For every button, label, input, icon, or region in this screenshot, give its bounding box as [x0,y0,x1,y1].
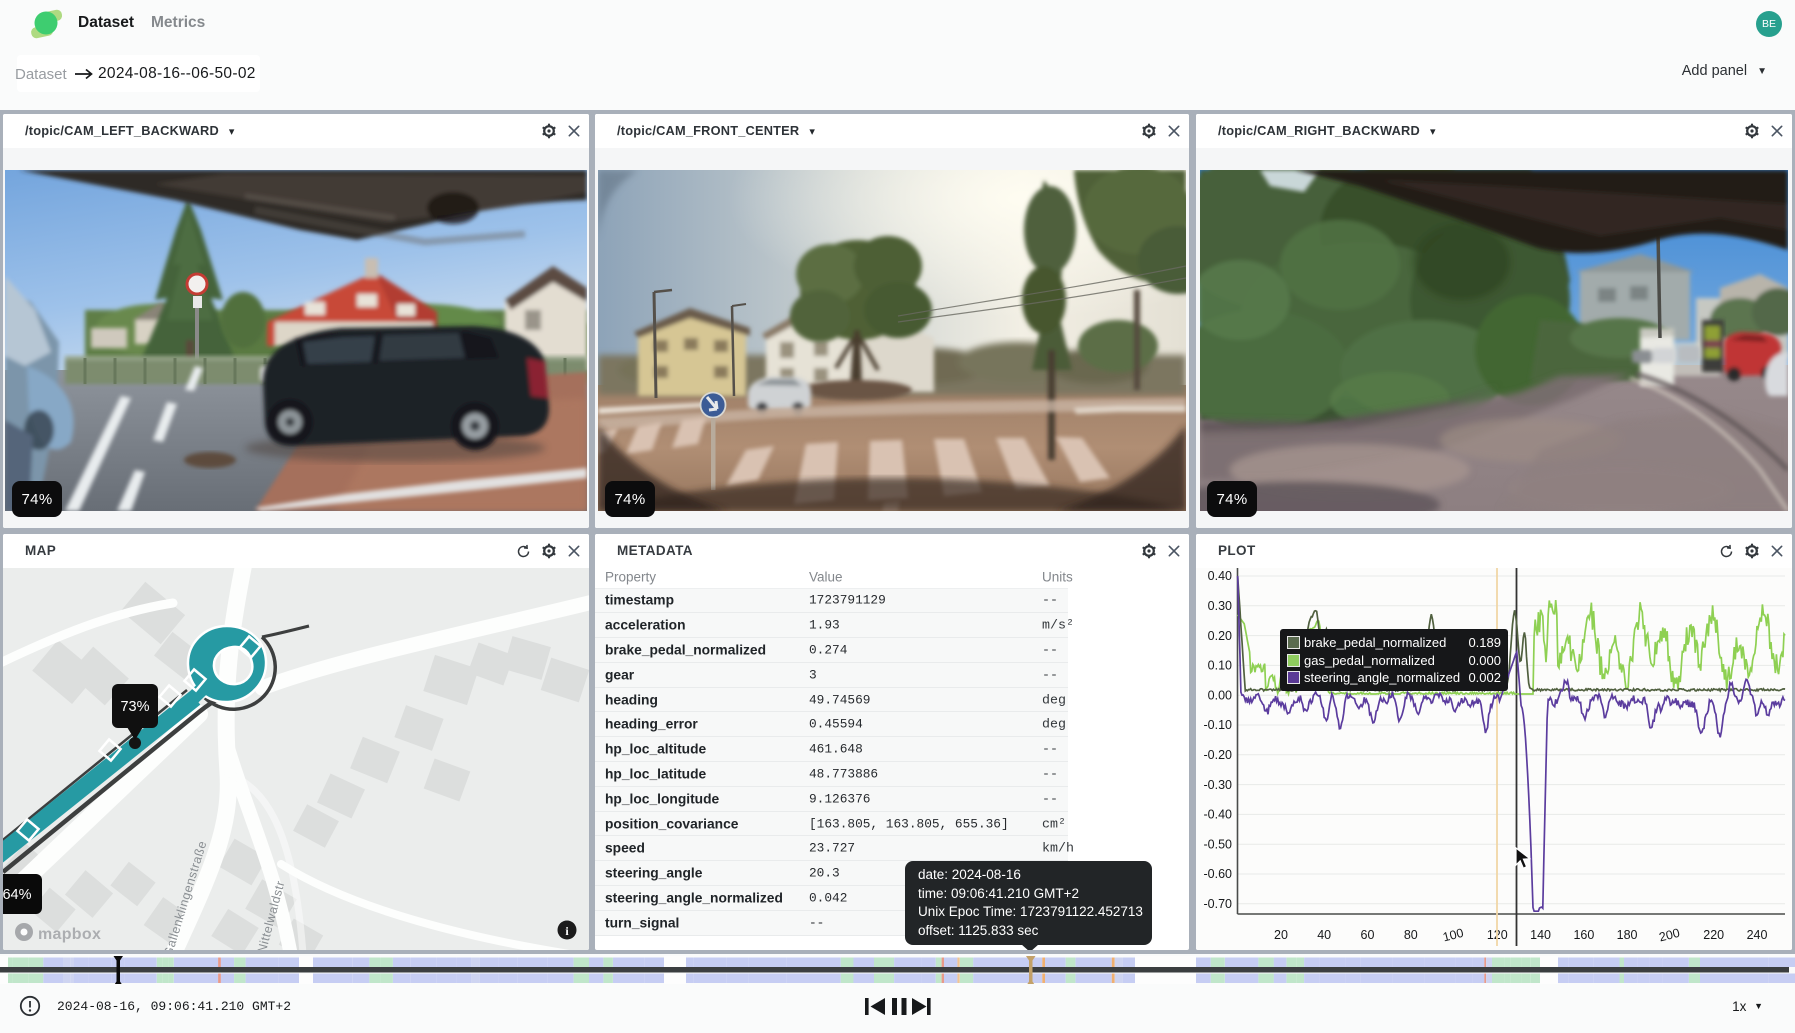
svg-text:-0.70: -0.70 [1204,897,1233,911]
svg-text:160: 160 [1573,928,1594,942]
svg-text:0.20: 0.20 [1208,629,1232,643]
svg-text:20: 20 [1274,928,1288,942]
svg-text:0.00: 0.00 [1208,688,1232,702]
svg-text:0.40: 0.40 [1208,569,1232,583]
svg-text:-0.50: -0.50 [1204,837,1233,851]
svg-text:-0.60: -0.60 [1204,867,1233,881]
svg-text:0.30: 0.30 [1208,599,1232,613]
svg-text:240: 240 [1747,928,1768,942]
svg-text:64%: 64% [3,887,32,903]
svg-text:60: 60 [1361,928,1375,942]
svg-text:-0.30: -0.30 [1204,778,1233,792]
svg-text:-0.40: -0.40 [1204,808,1233,822]
svg-text:0.10: 0.10 [1208,659,1232,673]
svg-text:80: 80 [1404,928,1418,942]
svg-text:mapbox: mapbox [38,926,101,943]
svg-text:140: 140 [1530,928,1551,942]
svg-text:40: 40 [1317,928,1331,942]
svg-text:180: 180 [1617,928,1638,942]
svg-text:220: 220 [1703,928,1724,942]
svg-text:-0.20: -0.20 [1204,748,1233,762]
svg-text:73%: 73% [120,699,149,715]
svg-text:-0.10: -0.10 [1204,718,1233,732]
